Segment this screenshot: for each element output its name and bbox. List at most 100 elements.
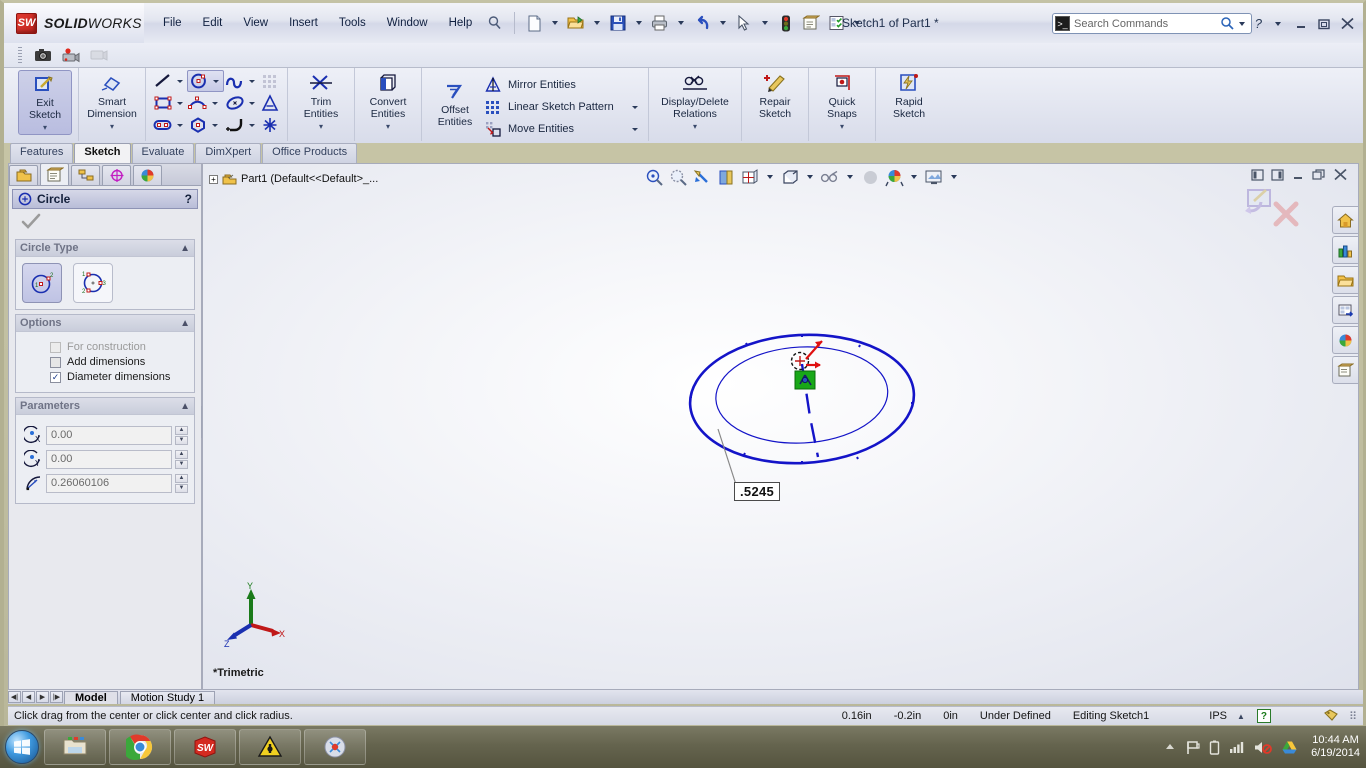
undo-dropdown-icon[interactable]: [720, 21, 727, 25]
resize-grip-icon[interactable]: ⠿: [1349, 710, 1357, 723]
minimize-icon[interactable]: [1294, 18, 1308, 30]
move-entities-button[interactable]: Move Entities: [482, 118, 642, 140]
taskbar-clock[interactable]: 10:44 AM 6/19/2014: [1307, 734, 1360, 760]
dimxpert-manager-tab[interactable]: [102, 165, 131, 185]
spline-tool[interactable]: [224, 70, 259, 92]
linear-sketch-pattern-button[interactable]: Linear Sketch Pattern: [482, 96, 642, 118]
property-manager-help-icon[interactable]: ?: [185, 192, 192, 206]
tab-evaluate[interactable]: Evaluate: [131, 143, 195, 163]
feature-manager-tab[interactable]: [9, 165, 38, 185]
search-input[interactable]: Search Commands: [1074, 18, 1220, 30]
search-icon[interactable]: [1220, 16, 1235, 31]
chevron-up-icon[interactable]: ▲: [180, 243, 190, 254]
volume-muted-icon[interactable]: [1254, 740, 1272, 755]
select-dropdown-icon[interactable]: [762, 21, 769, 25]
circle-dropdown-icon[interactable]: [213, 79, 219, 83]
point-tool[interactable]: [259, 114, 281, 136]
polygon-dropdown-icon[interactable]: [212, 123, 218, 127]
quick-snaps-dropdown-icon[interactable]: ▾: [815, 121, 869, 133]
tab-features[interactable]: Features: [10, 143, 74, 163]
center-y-input[interactable]: 0.00: [46, 449, 172, 469]
checkbox-add-dimensions[interactable]: Add dimensions: [50, 356, 188, 368]
last-icon[interactable]: |▶: [50, 691, 63, 703]
open-dropdown-icon[interactable]: [594, 21, 601, 25]
rectangle-dropdown-icon[interactable]: [177, 101, 183, 105]
mirror-entities-button[interactable]: Mirror Entities: [482, 74, 642, 96]
section-options-title[interactable]: Options ▲: [16, 315, 194, 332]
rebuild-icon[interactable]: [775, 12, 797, 34]
property-manager-tab[interactable]: [40, 163, 69, 185]
close-icon[interactable]: [1340, 17, 1355, 30]
new-document-dropdown-icon[interactable]: [552, 21, 559, 25]
restore-icon[interactable]: [1317, 18, 1331, 30]
tag-icon[interactable]: [1323, 708, 1339, 725]
rectangle-tool[interactable]: [152, 92, 187, 114]
tab-dimxpert[interactable]: DimXpert: [195, 143, 262, 163]
fillet-dropdown-icon[interactable]: [249, 123, 255, 127]
polygon-tool[interactable]: [187, 114, 224, 136]
help-dropdown-icon[interactable]: [1275, 21, 1281, 26]
media-app-icon[interactable]: [304, 729, 366, 765]
display-delete-relations-button[interactable]: Display/Delete Relations ▾: [655, 70, 735, 133]
status-units-dropdown-icon[interactable]: ▲: [1237, 712, 1245, 721]
center-circle-button[interactable]: 12: [22, 263, 62, 303]
section-circle-type-title[interactable]: Circle Type ▲: [16, 240, 194, 257]
check-icon[interactable]: [21, 213, 41, 231]
fillet-tool[interactable]: [224, 114, 259, 136]
stepper-down-icon[interactable]: ▼: [175, 483, 188, 493]
menu-window[interactable]: Window: [378, 14, 437, 32]
section-parameters-title[interactable]: Parameters ▲: [16, 398, 194, 415]
repair-sketch-button[interactable]: Repair Sketch: [748, 70, 802, 120]
offset-entities-button[interactable]: Offset Entities: [428, 78, 482, 128]
next-icon[interactable]: ▶: [36, 691, 49, 703]
menu-help[interactable]: Help: [440, 14, 482, 32]
quick-snaps-button[interactable]: Quick Snaps ▾: [815, 70, 869, 133]
options-icon[interactable]: [800, 12, 822, 34]
checkbox-diameter-dimensions[interactable]: ✓ Diameter dimensions: [50, 371, 188, 383]
ellipse-tool[interactable]: [224, 92, 259, 114]
pin-menu-icon[interactable]: [484, 12, 506, 34]
record-video-icon[interactable]: [60, 44, 82, 66]
center-x-input[interactable]: 0.00: [46, 425, 172, 445]
search-commands-box[interactable]: >_ Search Commands: [1052, 13, 1252, 34]
convert-entities-dropdown-icon[interactable]: ▾: [361, 121, 415, 133]
menu-tools[interactable]: Tools: [330, 14, 375, 32]
perimeter-circle-button[interactable]: 1 2 3: [73, 263, 114, 303]
slot-tool[interactable]: [152, 114, 187, 136]
print-icon[interactable]: [649, 12, 671, 34]
for-construction-checkbox[interactable]: [50, 341, 61, 353]
configuration-manager-tab[interactable]: [71, 165, 100, 185]
first-icon[interactable]: ◀|: [8, 691, 21, 703]
linear-pattern-dropdown-icon[interactable]: [632, 105, 638, 109]
tab-model[interactable]: Model: [64, 690, 118, 704]
flag-action-center-icon[interactable]: [1185, 740, 1200, 755]
slot-dropdown-icon[interactable]: [177, 123, 183, 127]
show-hidden-icons-icon[interactable]: [1164, 741, 1176, 753]
stepper-up-icon[interactable]: ▲: [175, 473, 188, 483]
sketch-geometry[interactable]: [203, 164, 1359, 689]
trim-entities-dropdown-icon[interactable]: ▾: [294, 121, 348, 133]
save-dropdown-icon[interactable]: [636, 21, 643, 25]
dimension-value-box[interactable]: .5245: [734, 482, 781, 501]
stepper-down-icon[interactable]: ▼: [175, 459, 188, 469]
relations-dropdown-icon[interactable]: ▾: [655, 121, 735, 133]
display-manager-tab[interactable]: [133, 165, 162, 185]
status-units[interactable]: IPS: [1209, 710, 1227, 722]
undo-icon[interactable]: [691, 12, 713, 34]
move-entities-dropdown-icon[interactable]: [632, 127, 638, 131]
exit-sketch-button[interactable]: Exit Sketch ▾: [18, 70, 72, 135]
line-tool[interactable]: [152, 70, 187, 92]
tab-sketch[interactable]: Sketch: [74, 143, 131, 163]
ellipse-dropdown-icon[interactable]: [249, 101, 255, 105]
menu-file[interactable]: File: [154, 14, 191, 32]
tab-motion-study-1[interactable]: Motion Study 1: [119, 690, 216, 704]
arc-tool[interactable]: [187, 92, 224, 114]
new-document-icon[interactable]: [523, 12, 545, 34]
file-explorer-icon[interactable]: [44, 729, 106, 765]
text-tool[interactable]: [259, 92, 281, 114]
stepper-down-icon[interactable]: ▼: [175, 435, 188, 445]
stepper-up-icon[interactable]: ▲: [175, 449, 188, 459]
toolbar-grip[interactable]: [18, 46, 22, 64]
convert-entities-button[interactable]: Convert Entities ▾: [361, 70, 415, 133]
warning-app-icon[interactable]: [239, 729, 301, 765]
